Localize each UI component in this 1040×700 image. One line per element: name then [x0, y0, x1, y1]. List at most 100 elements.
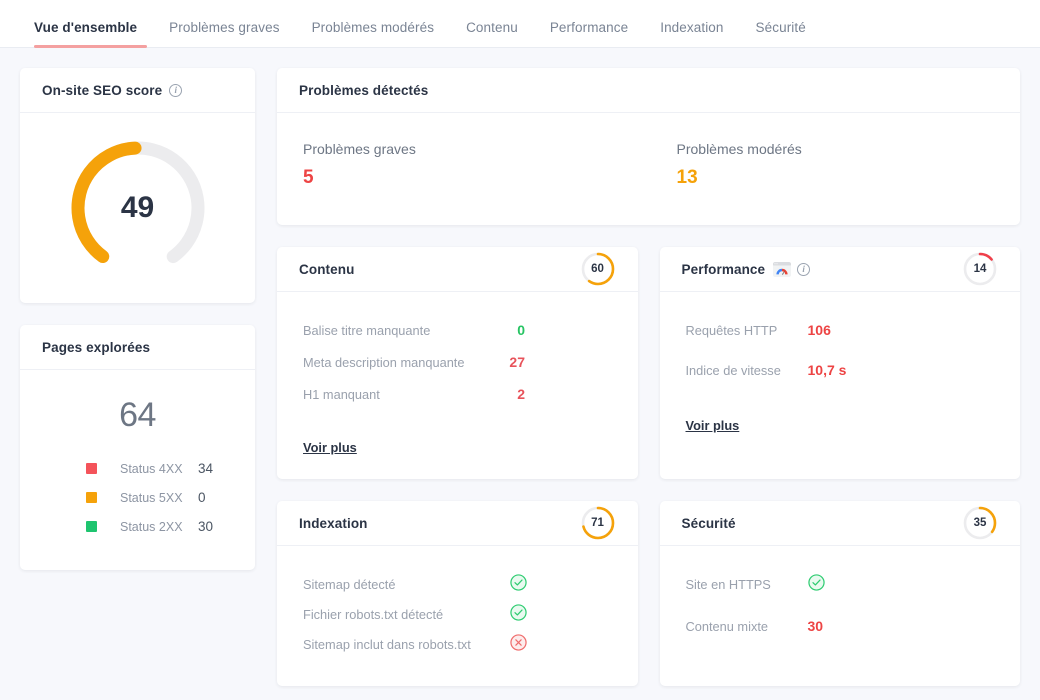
performance-gauge: 14 — [962, 251, 998, 287]
metric-row: H1 manquant 2 — [303, 386, 612, 402]
issue-block-graves: Problèmes graves 5 — [277, 141, 647, 189]
metric-row: Indice de vitesse 10,7 s — [686, 362, 995, 378]
contenu-card: Contenu 60 Balise titre manquante 0 Meta… — [277, 247, 638, 479]
left-column: On-site SEO score i 49 Pages explorées 6… — [20, 68, 255, 570]
contenu-gauge-value: 60 — [591, 263, 604, 275]
cards-row-2: Indexation 71 Sitemap détecté Fichier ro… — [277, 501, 1020, 686]
legend-swatch-status-5xx — [86, 492, 97, 503]
tab-indexation[interactable]: Indexation — [644, 20, 739, 48]
legend-value-status-5xx: 0 — [198, 490, 206, 505]
securite-gauge-value: 35 — [973, 517, 987, 529]
metric-value-balise-titre: 0 — [517, 322, 525, 338]
metric-row: Requêtes HTTP 106 — [686, 322, 995, 338]
tab-securite[interactable]: Sécurité — [740, 20, 822, 48]
performance-title: Performance — [681, 261, 766, 277]
metric-row: Fichier robots.txt détecté — [303, 604, 612, 624]
tab-problemes-moderes[interactable]: Problèmes modérés — [296, 20, 451, 48]
securite-gauge: 35 — [962, 505, 998, 541]
issues-detected-card: Problèmes détectés Problèmes graves 5 Pr… — [277, 68, 1020, 225]
metric-label-meta-description: Meta description manquante — [303, 354, 465, 370]
performance-card: Performance i 14 Requêtes HTTP 106 Indic… — [659, 247, 1021, 479]
check-circle-icon — [807, 574, 825, 591]
metric-label-sitemap-dans-robots: Sitemap inclut dans robots.txt — [303, 636, 471, 652]
issues-detected-card-header: Problèmes détectés — [277, 68, 1020, 113]
pagespeed-insights-icon[interactable] — [773, 261, 792, 277]
metric-status-sitemap-detecte — [503, 574, 533, 594]
pages-crawled-title: Pages explorées — [42, 339, 151, 355]
issues-detected-title: Problèmes détectés — [299, 82, 429, 98]
cards-row-1: Contenu 60 Balise titre manquante 0 Meta… — [277, 247, 1020, 479]
tab-problemes-graves[interactable]: Problèmes graves — [153, 20, 295, 48]
metric-value-indice-vitesse: 10,7 s — [807, 362, 847, 378]
metric-label-balise-titre: Balise titre manquante — [303, 322, 431, 338]
seo-score-title: On-site SEO score — [42, 82, 163, 98]
metric-label-sitemap-detecte: Sitemap détecté — [303, 576, 396, 592]
indexation-card: Indexation 71 Sitemap détecté Fichier ro… — [277, 501, 638, 686]
metric-value-requetes-http: 106 — [807, 322, 831, 338]
metric-status-sitemap-dans-robots — [503, 634, 533, 654]
issue-label-graves: Problèmes graves — [303, 141, 416, 157]
tab-performance[interactable]: Performance — [534, 20, 644, 48]
performance-card-header: Performance i 14 — [659, 247, 1020, 292]
metric-value-meta-description: 27 — [509, 354, 525, 370]
metric-label-h1-manquant: H1 manquant — [303, 386, 380, 402]
pages-crawled-card: Pages explorées 64 Status 4XX 34 Status … — [20, 325, 255, 570]
metric-label-site-https: Site en HTTPS — [685, 576, 771, 592]
legend-swatch-status-2xx — [86, 521, 97, 532]
legend-value-status-2xx: 30 — [198, 519, 214, 534]
check-circle-icon — [509, 574, 527, 591]
issue-value-moderes: 13 — [676, 167, 698, 188]
metric-value-contenu-mixte: 30 — [807, 618, 824, 634]
metric-status-robots-txt — [503, 604, 533, 624]
metric-label-robots-txt: Fichier robots.txt détecté — [303, 606, 444, 622]
seo-score-card: On-site SEO score i 49 — [20, 68, 255, 303]
issue-label-moderes: Problèmes modérés — [676, 141, 802, 157]
tab-contenu[interactable]: Contenu — [450, 20, 534, 48]
legend-item-status-2xx: Status 2XX 30 — [20, 519, 255, 534]
legend-label-status-4xx: Status 4XX — [120, 461, 183, 476]
indexation-card-body: Sitemap détecté Fichier robots.txt détec… — [277, 546, 638, 686]
performance-voir-plus-link[interactable]: Voir plus — [686, 418, 740, 433]
legend-value-status-4xx: 34 — [198, 461, 214, 476]
seo-score-card-header: On-site SEO score i — [20, 68, 255, 113]
performance-card-body: Requêtes HTTP 106 Indice de vitesse 10,7… — [660, 292, 1021, 457]
legend-item-status-5xx: Status 5XX 0 — [20, 490, 255, 505]
metric-row: Sitemap inclut dans robots.txt — [303, 634, 612, 654]
right-column: Problèmes détectés Problèmes graves 5 Pr… — [277, 68, 1020, 686]
indexation-card-header: Indexation 71 — [277, 501, 638, 546]
indexation-gauge-value: 71 — [591, 517, 604, 529]
pages-crawled-body: 64 Status 4XX 34 Status 5XX 0 Status 2XX… — [20, 370, 255, 570]
metric-label-indice-vitesse: Indice de vitesse — [685, 362, 781, 378]
legend-label-status-2xx: Status 2XX — [120, 519, 183, 534]
cross-circle-icon — [509, 634, 527, 651]
dashboard-body: On-site SEO score i 49 Pages explorées 6… — [0, 48, 1040, 700]
pages-crawled-card-header: Pages explorées — [20, 325, 255, 370]
tab-vue-densemble[interactable]: Vue d'ensemble — [20, 20, 153, 48]
contenu-title: Contenu — [299, 261, 355, 277]
info-icon[interactable]: i — [169, 83, 183, 97]
contenu-gauge: 60 — [580, 251, 616, 287]
securite-card-header: Sécurité 35 — [659, 501, 1020, 546]
performance-gauge-value: 14 — [973, 263, 987, 275]
metric-row: Sitemap détecté — [303, 574, 612, 594]
tab-bar: Vue d'ensemble Problèmes graves Problème… — [0, 0, 1040, 48]
indexation-gauge: 71 — [580, 505, 616, 541]
indexation-title: Indexation — [299, 515, 368, 531]
metric-row: Balise titre manquante 0 — [303, 322, 612, 338]
contenu-card-body: Balise titre manquante 0 Meta descriptio… — [277, 292, 638, 479]
securite-title: Sécurité — [681, 515, 736, 531]
contenu-voir-plus-link[interactable]: Voir plus — [303, 440, 357, 455]
securite-card-body: Site en HTTPS Contenu mixte 30 — [660, 546, 1021, 680]
metric-label-contenu-mixte: Contenu mixte — [685, 618, 769, 634]
check-circle-icon — [509, 604, 527, 621]
legend-swatch-status-4xx — [86, 463, 97, 474]
contenu-card-header: Contenu 60 — [277, 247, 638, 292]
metric-label-requetes-http: Requêtes HTTP — [685, 322, 778, 338]
securite-card: Sécurité 35 Site en HTTPS Contenu mixte … — [659, 501, 1021, 686]
legend-item-status-4xx: Status 4XX 34 — [20, 461, 255, 476]
metric-row: Site en HTTPS — [686, 574, 995, 594]
info-icon[interactable]: i — [797, 262, 811, 276]
issue-value-graves: 5 — [303, 167, 314, 188]
issue-block-moderes: Problèmes modérés 13 — [647, 141, 1021, 189]
seo-score-value: 49 — [120, 191, 155, 224]
